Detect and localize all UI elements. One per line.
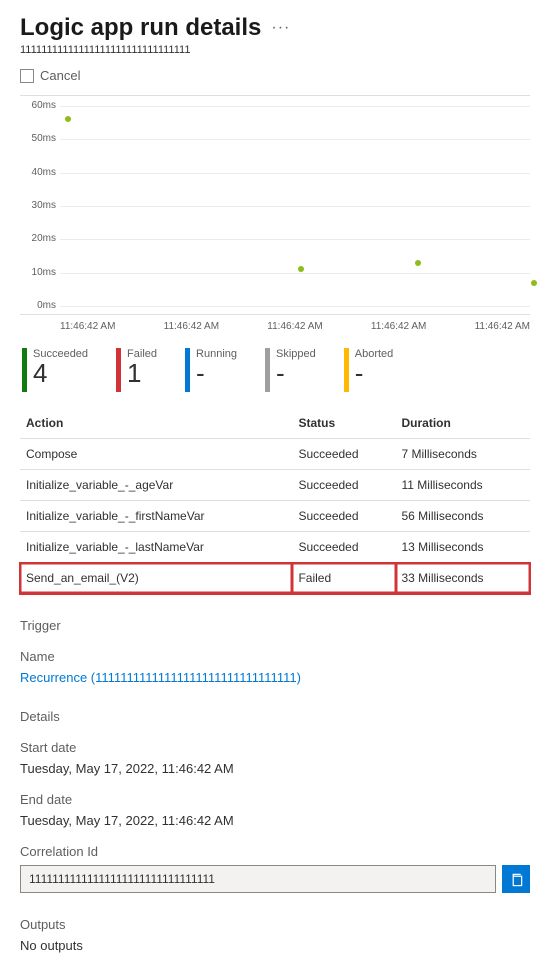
end-date-value: Tuesday, May 17, 2022, 11:46:42 AM (20, 813, 530, 828)
actions-table: Action Status Duration ComposeSucceeded7… (20, 408, 530, 594)
status-card-succeeded[interactable]: Succeeded4 (22, 348, 88, 392)
correlation-id-input[interactable] (20, 865, 496, 893)
status-card-failed[interactable]: Failed1 (116, 348, 157, 392)
chart-y-tick: 10ms (20, 267, 56, 278)
chart-x-tick: 11:46:42 AM (267, 321, 322, 332)
cell-action: Initialize_variable_-_firstNameVar (20, 501, 292, 532)
col-status[interactable]: Status (292, 408, 395, 439)
page-title: Logic app run details (20, 14, 261, 42)
status-value: - (355, 358, 394, 389)
cell-action: Initialize_variable_-_ageVar (20, 470, 292, 501)
table-row[interactable]: Send_an_email_(V2)Failed33 Milliseconds (20, 563, 530, 594)
trigger-name-link[interactable]: Recurrence (1111111111111111111111111111… (20, 670, 530, 685)
chart-y-tick: 20ms (20, 233, 56, 244)
chart-point (531, 280, 537, 286)
trigger-section-label: Trigger (20, 618, 530, 633)
chart-gridline: 50ms (60, 139, 530, 140)
cell-status: Succeeded (292, 501, 395, 532)
cell-duration: 7 Milliseconds (396, 439, 531, 470)
table-row[interactable]: Initialize_variable_-_ageVarSucceeded11 … (20, 470, 530, 501)
chart-x-axis: 11:46:42 AM 11:46:42 AM 11:46:42 AM 11:46:4… (20, 315, 530, 332)
chart-gridline: 30ms (60, 206, 530, 207)
cell-action: Compose (20, 439, 292, 470)
copy-icon (509, 872, 524, 887)
chart-point (298, 266, 304, 272)
chart-y-tick: 60ms (20, 100, 56, 111)
chart-gridline: 0ms (60, 306, 530, 307)
cell-duration: 13 Milliseconds (396, 532, 531, 563)
chart-point (415, 260, 421, 266)
cell-duration: 33 Milliseconds (396, 563, 531, 594)
status-bar (185, 348, 190, 392)
status-card-running[interactable]: Running- (185, 348, 237, 392)
end-date-label: End date (20, 792, 530, 807)
cell-action: Initialize_variable_-_lastNameVar (20, 532, 292, 563)
cell-status: Failed (292, 563, 395, 594)
table-row[interactable]: Initialize_variable_-_firstNameVarSuccee… (20, 501, 530, 532)
cell-action: Send_an_email_(V2) (20, 563, 292, 594)
copy-button[interactable] (502, 865, 530, 893)
status-bar (265, 348, 270, 392)
status-bar (22, 348, 27, 392)
start-date-value: Tuesday, May 17, 2022, 11:46:42 AM (20, 761, 530, 776)
correlation-id-label: Correlation Id (20, 844, 530, 859)
status-summary: Succeeded4 Failed1 Running- Skipped- Aborted… (20, 348, 530, 392)
chart-y-tick: 0ms (20, 300, 56, 311)
col-duration[interactable]: Duration (396, 408, 531, 439)
details-section-label: Details (20, 709, 530, 724)
table-row[interactable]: ComposeSucceeded7 Milliseconds (20, 439, 530, 470)
more-actions-button[interactable]: ··· (271, 19, 290, 37)
outputs-section-label: Outputs (20, 917, 530, 932)
cancel-checkbox[interactable] (20, 69, 34, 83)
status-bar (116, 348, 121, 392)
run-id: 11111111111111111111111111111111 (20, 44, 530, 56)
chart-gridline: 20ms (60, 239, 530, 240)
chart-y-tick: 50ms (20, 133, 56, 144)
chart-x-tick: 11:46:42 AM (164, 321, 219, 332)
cell-status: Succeeded (292, 470, 395, 501)
start-date-label: Start date (20, 740, 530, 755)
trigger-name-label: Name (20, 649, 530, 664)
table-row[interactable]: Initialize_variable_-_lastNameVarSucceed… (20, 532, 530, 563)
command-bar: Cancel (20, 68, 530, 83)
status-card-aborted[interactable]: Aborted- (344, 348, 394, 392)
duration-chart: 60ms 50ms 40ms 30ms 20ms 10ms 0ms (20, 95, 530, 315)
cancel-label: Cancel (40, 68, 80, 83)
status-value: 1 (127, 358, 157, 389)
status-bar (344, 348, 349, 392)
chart-x-tick: 11:46:42 AM (475, 321, 530, 332)
chart-gridline: 60ms (60, 106, 530, 107)
status-card-skipped[interactable]: Skipped- (265, 348, 316, 392)
chart-y-tick: 40ms (20, 167, 56, 178)
chart-x-tick: 11:46:42 AM (371, 321, 426, 332)
chart-y-tick: 30ms (20, 200, 56, 211)
outputs-empty: No outputs (20, 938, 530, 953)
col-action[interactable]: Action (20, 408, 292, 439)
status-value: - (196, 358, 237, 389)
cell-duration: 11 Milliseconds (396, 470, 531, 501)
chart-x-tick: 11:46:42 AM (60, 321, 115, 332)
status-value: 4 (33, 358, 88, 389)
cell-status: Succeeded (292, 439, 395, 470)
chart-gridline: 40ms (60, 173, 530, 174)
chart-point (65, 116, 71, 122)
cell-duration: 56 Milliseconds (396, 501, 531, 532)
cell-status: Succeeded (292, 532, 395, 563)
chart-gridline: 10ms (60, 273, 530, 274)
status-value: - (276, 358, 316, 389)
